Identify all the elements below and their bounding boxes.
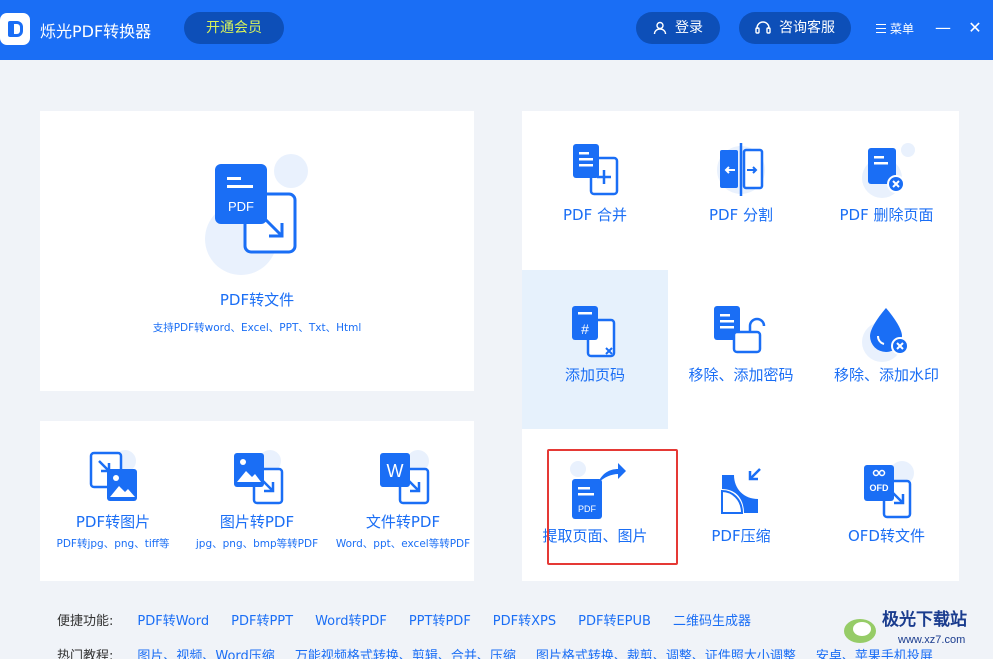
quick-functions-title: 便捷功能: bbox=[57, 614, 114, 629]
menu-button[interactable]: 菜单 bbox=[876, 20, 914, 37]
ofd-to-file-tool[interactable]: OFD OFD转文件 bbox=[814, 459, 959, 546]
pdf-to-file-icon: PDF bbox=[215, 164, 297, 254]
file-to-pdf-tool[interactable]: W 文件转PDF Word、ppt、excel等转PDF bbox=[334, 449, 472, 551]
menu-label: 菜单 bbox=[890, 22, 915, 36]
pdf-to-image-icon bbox=[89, 450, 137, 501]
water-drop-icon bbox=[862, 308, 909, 362]
watermark-label: 移除、添加水印 bbox=[833, 366, 939, 384]
merge-icon bbox=[573, 144, 619, 196]
image-to-pdf-label: 图片转PDF bbox=[219, 513, 295, 531]
password-label: 移除、添加密码 bbox=[688, 366, 794, 384]
pdf-to-file-card[interactable]: PDF PDF转文件 支持PDF转word、Excel、PPT、Txt、Html bbox=[40, 111, 474, 391]
watermark-url: www.xz7.com bbox=[897, 634, 965, 646]
pdf-compress-label: PDF压缩 bbox=[711, 527, 771, 545]
app-logo-icon bbox=[0, 13, 30, 45]
add-page-number-tool[interactable]: # 添加页码 bbox=[522, 302, 668, 385]
pdf-split-label: PDF 分割 bbox=[709, 206, 773, 224]
ofd-icon-text: OFD bbox=[870, 483, 889, 493]
login-button[interactable]: 登录 bbox=[636, 12, 720, 44]
image-to-pdf-icon bbox=[234, 450, 284, 505]
split-icon bbox=[717, 143, 765, 196]
headset-icon bbox=[755, 21, 771, 34]
pdf-split-tool[interactable]: PDF 分割 bbox=[668, 140, 814, 225]
pdf-to-image-sub: PDF转jpg、png、tiff等 bbox=[56, 538, 170, 550]
hash-icon-text: # bbox=[581, 321, 589, 337]
pdf-merge-tool[interactable]: PDF 合并 bbox=[522, 140, 668, 225]
tutorial-link[interactable]: 图片、视频、Word压缩 bbox=[137, 645, 274, 659]
pdf-compress-tool[interactable]: PDF压缩 bbox=[668, 459, 814, 546]
pdf-to-file-label: PDF转文件 bbox=[219, 291, 295, 309]
pdf-to-image-tool[interactable]: PDF转图片 PDF转jpg、png、tiff等 bbox=[44, 449, 182, 551]
customer-service-button[interactable]: 咨询客服 bbox=[739, 12, 851, 44]
pdf-to-image-label: PDF转图片 bbox=[75, 513, 151, 531]
quick-link[interactable]: PPT转PDF bbox=[409, 610, 471, 629]
compress-icon bbox=[721, 468, 761, 514]
password-tool[interactable]: 移除、添加密码 bbox=[668, 302, 814, 385]
tutorial-link[interactable]: 万能视频格式转换、剪辑、合并、压缩 bbox=[295, 645, 516, 659]
login-label: 登录 bbox=[675, 20, 703, 36]
lock-icon bbox=[714, 306, 766, 354]
tutorial-link[interactable]: 图片格式转换、裁剪、调整、证件照大小调整 bbox=[536, 645, 796, 659]
quick-link[interactable]: 二维码生成器 bbox=[673, 610, 751, 629]
tutorials-title: 热门教程: bbox=[57, 649, 114, 659]
quick-link[interactable]: PDF转XPS bbox=[493, 610, 556, 629]
tutorials-row: 热门教程: 图片、视频、Word压缩 万能视频格式转换、剪辑、合并、压缩 图片格… bbox=[57, 645, 953, 659]
image-to-pdf-sub: jpg、png、bmp等转PDF bbox=[195, 538, 319, 550]
watermark-title: 极光下载站 bbox=[882, 609, 967, 629]
image-to-pdf-tool[interactable]: 图片转PDF jpg、png、bmp等转PDF bbox=[188, 449, 326, 551]
pdf-merge-label: PDF 合并 bbox=[563, 206, 627, 224]
site-watermark: 极光下载站 www.xz7.com bbox=[840, 605, 990, 655]
vip-button[interactable]: 开通会员 bbox=[184, 12, 284, 44]
word-file-icon: W bbox=[380, 450, 430, 505]
watermark-tool[interactable]: 移除、添加水印 bbox=[814, 302, 959, 385]
ofd-icon: OFD bbox=[864, 461, 914, 519]
word-icon-text: W bbox=[387, 461, 404, 481]
quick-link[interactable]: PDF转EPUB bbox=[578, 610, 651, 629]
service-label: 咨询客服 bbox=[779, 20, 835, 36]
quick-link[interactable]: PDF转PPT bbox=[231, 610, 293, 629]
pdf-icon-text: PDF bbox=[228, 199, 254, 214]
user-icon bbox=[653, 21, 667, 35]
pdf-delete-pages-tool[interactable]: PDF 删除页面 bbox=[814, 140, 959, 225]
app-title: 烁光PDF转换器 bbox=[40, 22, 152, 41]
minimize-button[interactable]: — bbox=[934, 18, 952, 37]
hamburger-icon bbox=[876, 24, 886, 33]
selection-annotation-box bbox=[547, 449, 678, 565]
ofd-to-file-label: OFD转文件 bbox=[848, 527, 925, 545]
quick-functions-row: 便捷功能: PDF转Word PDF转PPT Word转PDF PPT转PDF … bbox=[57, 610, 773, 629]
add-page-number-label: 添加页码 bbox=[564, 366, 625, 384]
pdf-delete-pages-label: PDF 删除页面 bbox=[839, 206, 934, 224]
delete-page-icon bbox=[862, 143, 915, 198]
page-number-icon: # bbox=[572, 306, 616, 358]
title-bar: 烁光PDF转换器 开通会员 登录 咨询客服 菜单 — ✕ bbox=[0, 0, 993, 60]
file-to-pdf-label: 文件转PDF bbox=[365, 513, 441, 531]
watermark-logo-icon: 极光下载站 www.xz7.com bbox=[844, 609, 967, 646]
quick-link[interactable]: Word转PDF bbox=[315, 610, 387, 629]
file-to-pdf-sub: Word、ppt、excel等转PDF bbox=[335, 538, 471, 550]
conversion-tools-card: PDF转图片 PDF转jpg、png、tiff等 图片转PDF jpg、png、… bbox=[40, 421, 474, 581]
close-button[interactable]: ✕ bbox=[966, 18, 984, 37]
quick-link[interactable]: PDF转Word bbox=[137, 610, 209, 629]
pdf-to-file-sub: 支持PDF转word、Excel、PPT、Txt、Html bbox=[152, 322, 362, 334]
